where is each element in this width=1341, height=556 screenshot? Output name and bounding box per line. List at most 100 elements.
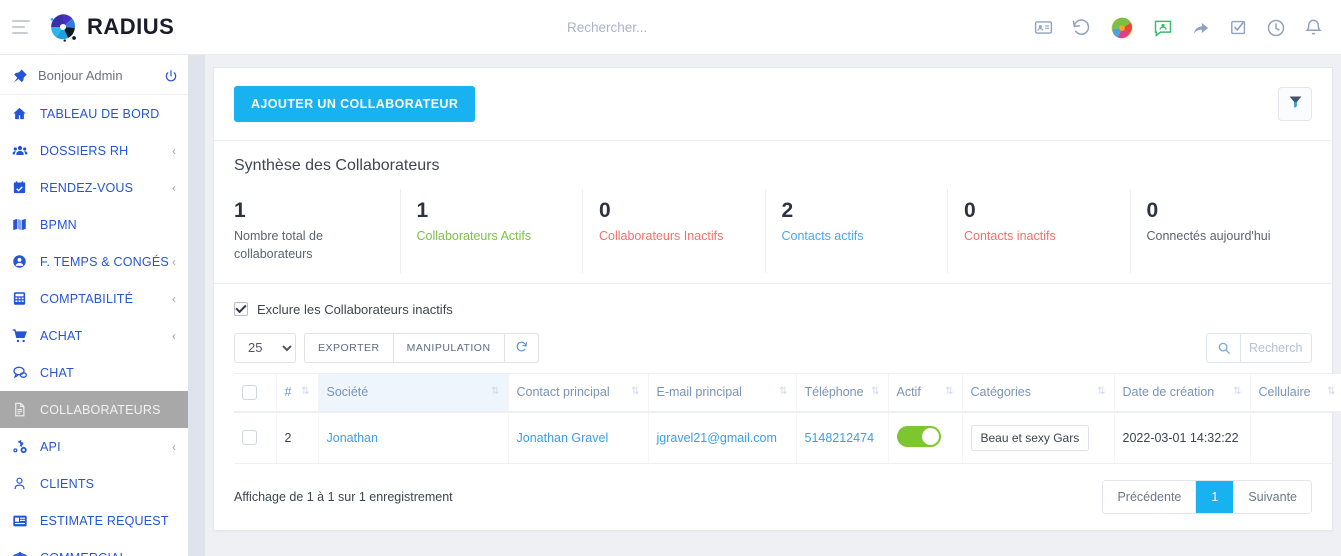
table-tools-left: 25 10 50 100 EXPORTER MANIPULATION [234, 332, 539, 363]
table-header-row: # ⇅ Société ⇅ Contact principal ⇅ E-mail pr… [234, 372, 1341, 413]
table-section: Exclure les Collaborateurs inactifs 25 1… [214, 284, 1341, 530]
cell-actif[interactable] [888, 411, 963, 464]
table-action-buttons: EXPORTER MANIPULATION [304, 332, 539, 363]
sidebar-item-api[interactable]: API ‹ [0, 428, 188, 465]
column-header-categories[interactable]: Catégories ⇅ [962, 372, 1115, 413]
sidebar-item-label: DOSSIERS RH [40, 143, 129, 158]
refresh-button[interactable] [504, 332, 539, 363]
table-row[interactable]: 2 Jonathan Jonathan Gravel jgravel21@gma… [234, 411, 1341, 464]
sort-icon: ⇅ [779, 386, 788, 398]
gears-icon [12, 439, 34, 455]
pin-icon[interactable] [12, 68, 32, 83]
sidebar-item-label: BPMN [40, 217, 77, 232]
sidebar-item-label: COMMERCIAL [34, 551, 172, 556]
bell-icon[interactable] [1304, 18, 1323, 37]
export-button[interactable]: EXPORTER [304, 332, 394, 363]
cell-societe[interactable]: Jonathan [318, 411, 509, 464]
column-label: E-mail principal [656, 385, 742, 400]
cell-telephone[interactable]: 5148212474 [796, 411, 889, 464]
column-label: # [284, 385, 292, 400]
sidebar-item-chat[interactable]: CHAT [0, 354, 188, 391]
checkbox-task-icon[interactable] [1229, 18, 1248, 37]
chevron-left-icon: ‹ [172, 254, 176, 269]
global-search-input[interactable] [565, 19, 885, 36]
row-select-cell[interactable] [234, 411, 277, 464]
document-icon [12, 402, 34, 417]
funnel-icon [1288, 94, 1303, 114]
column-header-num[interactable]: # ⇅ [276, 372, 319, 413]
clock-icon[interactable] [1266, 18, 1286, 38]
sidebar-item-collaborateurs[interactable]: COLLABORATEURS [0, 391, 188, 428]
select-all-header[interactable] [234, 372, 277, 413]
sidebar-item-clients[interactable]: CLIENTS [0, 465, 188, 502]
logout-power-icon[interactable] [164, 69, 178, 83]
page-length-select[interactable]: 25 10 50 100 [234, 332, 296, 363]
stat-label: Connectés aujourd'hui [1146, 228, 1271, 243]
cell-cellulaire [1250, 411, 1341, 464]
sidebar-item-commercial[interactable]: COMMERCIAL ‹ [0, 539, 188, 556]
cart-icon [12, 328, 34, 344]
column-header-telephone[interactable]: Téléphone ⇅ [796, 372, 889, 413]
pagination-next[interactable]: Suivante [1234, 480, 1311, 513]
sidebar-item-label: RENDEZ-VOUS [40, 180, 134, 195]
globe-color-icon[interactable] [1109, 15, 1135, 41]
sidebar-item-f-temps-conges[interactable]: F. TEMPS & CONGÉS ‹ [0, 243, 188, 280]
chat-contact-icon[interactable] [1153, 18, 1173, 38]
sort-icon: ⇅ [491, 386, 500, 398]
sort-icon: ⇅ [945, 386, 954, 398]
stat-label: Collaborateurs Inactifs [599, 228, 724, 243]
sort-icon: ⇅ [1327, 386, 1336, 398]
top-header-bar: RADIUS [0, 0, 1341, 55]
home-icon [12, 106, 34, 121]
sidebar-item-tableau-de-bord[interactable]: TABLEAU DE BORD [0, 95, 188, 132]
share-arrow-icon[interactable] [1191, 18, 1211, 38]
id-card-icon[interactable] [1034, 18, 1053, 37]
sidebar-scrollbar-thumb[interactable] [188, 55, 205, 487]
row-checkbox[interactable] [242, 430, 257, 446]
manipulation-button[interactable]: MANIPULATION [393, 332, 505, 363]
add-collaborateur-button[interactable]: AJOUTER UN COLLABORATEUR [234, 86, 476, 122]
synthese-title: Synthèse des Collaborateurs [234, 157, 440, 174]
sidebar-scrollbar[interactable] [188, 55, 205, 556]
stat-label: Contacts actifs [781, 228, 864, 243]
sidebar-item-dossiers-rh[interactable]: DOSSIERS RH ‹ [0, 132, 188, 169]
cell-contact-principal[interactable]: Jonathan Gravel [508, 411, 649, 464]
brand-logo-group[interactable]: RADIUS [46, 10, 174, 44]
pagination-page-1[interactable]: 1 [1196, 480, 1235, 513]
sort-icon: ⇅ [301, 386, 310, 398]
select-all-checkbox[interactable] [242, 384, 257, 400]
column-label: Date de création [1122, 385, 1215, 400]
pagination-prev[interactable]: Précédente [1103, 480, 1197, 513]
category-badge[interactable]: Beau et sexy Gars [970, 424, 1090, 451]
column-header-email-principal[interactable]: E-mail principal ⇅ [648, 372, 797, 413]
sidebar-item-estimate-request[interactable]: ESTIMATE REQUEST [0, 502, 188, 539]
chevron-left-icon: ‹ [172, 143, 176, 158]
history-icon[interactable] [1071, 18, 1091, 38]
column-header-societe[interactable]: Société ⇅ [318, 372, 509, 413]
column-label: Société [326, 385, 369, 400]
column-header-cellulaire[interactable]: Cellulaire ⇅ [1250, 372, 1341, 413]
exclude-inactive-checkbox[interactable] [234, 302, 248, 317]
column-label: Actif [896, 385, 921, 400]
person-icon [12, 476, 34, 491]
column-header-actif[interactable]: Actif ⇅ [888, 372, 963, 413]
column-header-contact-principal[interactable]: Contact principal ⇅ [508, 372, 649, 413]
search-icon [1206, 332, 1240, 363]
menu-toggle-icon[interactable] [12, 20, 32, 34]
global-search[interactable] [565, 0, 885, 55]
collaborateurs-table: # ⇅ Société ⇅ Contact principal ⇅ E-mail pr… [234, 372, 1341, 464]
sort-icon: ⇅ [1097, 386, 1106, 398]
filter-button[interactable] [1278, 87, 1312, 121]
table-search-input[interactable] [1240, 332, 1312, 363]
sidebar-item-achat[interactable]: ACHAT ‹ [0, 317, 188, 354]
cell-email-principal[interactable]: jgravel21@gmail.com [648, 411, 797, 464]
sidebar-item-label: CHAT [40, 365, 74, 380]
sidebar-item-bpmn[interactable]: BPMN [0, 206, 188, 243]
column-header-date-creation[interactable]: Date de création ⇅ [1114, 372, 1251, 413]
refresh-icon [515, 341, 528, 356]
radius-pinwheel-icon [46, 10, 80, 44]
actif-toggle[interactable] [896, 425, 941, 447]
sidebar-item-rendez-vous[interactable]: RENDEZ-VOUS ‹ [0, 169, 188, 206]
exclude-inactive-row: Exclure les Collaborateurs inactifs [234, 302, 1312, 317]
sidebar-item-comptabilite[interactable]: COMPTABILITÉ ‹ [0, 280, 188, 317]
